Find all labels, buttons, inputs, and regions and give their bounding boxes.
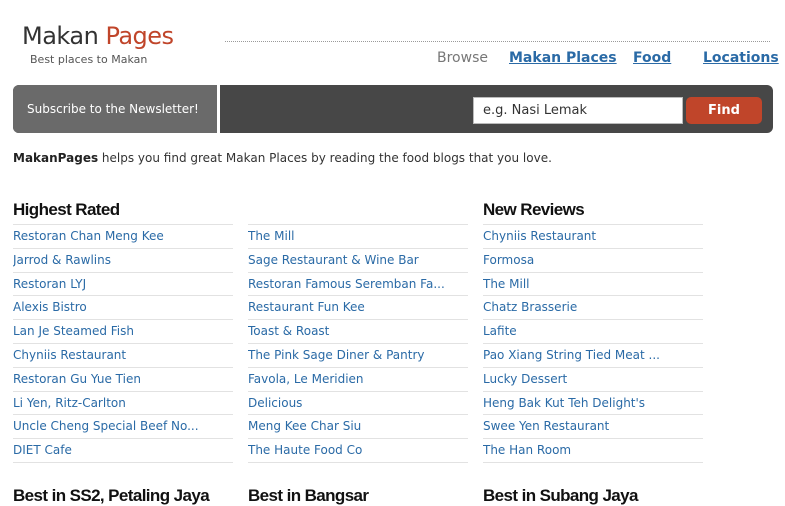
newsletter-subscribe-link[interactable]: Subscribe to the Newsletter! — [13, 85, 220, 133]
new-review-item: Heng Bak Kut Teh Delight's — [483, 392, 703, 416]
intro-text: MakanPages helps you find great Makan Pl… — [13, 151, 552, 165]
highest-rated-link[interactable]: The Mill — [248, 229, 295, 243]
highest-rated-link[interactable]: Restoran Gu Yue Tien — [13, 372, 141, 386]
highest-rated-link[interactable]: Restaurant Fun Kee — [248, 300, 365, 314]
new-review-item: Formosa — [483, 249, 703, 273]
new-review-link[interactable]: Formosa — [483, 253, 534, 267]
section-title-best-subang: Best in Subang Jaya — [483, 486, 638, 505]
highest-rated-link[interactable]: Sage Restaurant & Wine Bar — [248, 253, 419, 267]
nav-makan-places-link[interactable]: Makan Places — [509, 50, 617, 66]
highest-rated-item: The Mill — [248, 225, 468, 249]
section-title-new-reviews: New Reviews — [483, 200, 585, 219]
search-bar: Subscribe to the Newsletter! Find — [13, 85, 773, 133]
highest-rated-item: Delicious — [248, 392, 468, 416]
new-review-link[interactable]: The Mill — [483, 277, 530, 291]
new-review-item: Lucky Dessert — [483, 368, 703, 392]
highest-rated-item: Restaurant Fun Kee — [248, 296, 468, 321]
highest-rated-link[interactable]: Delicious — [248, 396, 302, 410]
new-review-link[interactable]: Lucky Dessert — [483, 372, 567, 386]
new-review-link[interactable]: Heng Bak Kut Teh Delight's — [483, 396, 645, 410]
highest-rated-item: DIET Cafe — [13, 439, 233, 463]
highest-rated-link[interactable]: DIET Cafe — [13, 443, 72, 457]
highest-rated-item: The Pink Sage Diner & Pantry — [248, 344, 468, 368]
highest-rated-link[interactable]: The Haute Food Co — [248, 443, 362, 457]
logo-word-makan: Makan — [22, 22, 99, 50]
highest-rated-link[interactable]: Uncle Cheng Special Beef No... — [13, 419, 199, 433]
highest-rated-link[interactable]: Jarrod & Rawlins — [13, 253, 111, 267]
site-tagline: Best places to Makan — [30, 53, 148, 66]
highest-rated-item: Toast & Roast — [248, 320, 468, 344]
highest-rated-link[interactable]: Alexis Bistro — [13, 300, 87, 314]
highest-rated-link[interactable]: Restoran LYJ — [13, 277, 86, 291]
highest-rated-item: Meng Kee Char Siu — [248, 415, 468, 440]
new-review-item: Lafite — [483, 320, 703, 344]
new-reviews-list: Chyniis Restaurant Formosa The Mill Chatz B… — [483, 224, 703, 463]
nav-locations-link[interactable]: Locations — [703, 50, 779, 66]
highest-rated-item: Restoran LYJ — [13, 273, 233, 297]
highest-rated-col2: The Mill Sage Restaurant & Wine Bar Restor… — [248, 200, 468, 463]
highest-rated-item: Lan Je Steamed Fish — [13, 320, 233, 344]
highest-rated-item: Favola, Le Meridien — [248, 368, 468, 392]
highest-rated-link[interactable]: Toast & Roast — [248, 324, 329, 338]
section-title-best-bangsar: Best in Bangsar — [248, 486, 369, 505]
highest-rated-item: Uncle Cheng Special Beef No... — [13, 415, 233, 440]
new-review-item: Chyniis Restaurant — [483, 225, 703, 249]
intro-description: helps you find great Makan Places by rea… — [98, 151, 552, 165]
highest-rated-item: Alexis Bistro — [13, 296, 233, 321]
highest-rated-col1: Highest Rated Restoran Chan Meng Kee Jarr… — [13, 200, 233, 463]
logo-word-pages: Pages — [105, 22, 174, 50]
highest-rated-item: The Haute Food Co — [248, 439, 468, 463]
new-review-link[interactable]: Lafite — [483, 324, 517, 338]
highest-rated-item: Restoran Gu Yue Tien — [13, 368, 233, 392]
highest-rated-link[interactable]: Chyniis Restaurant — [13, 348, 126, 362]
new-review-item: The Mill — [483, 273, 703, 297]
new-reviews-col: New Reviews Chyniis Restaurant Formosa The… — [483, 200, 703, 463]
new-review-link[interactable]: The Han Room — [483, 443, 571, 457]
highest-rated-link[interactable]: Restoran Famous Seremban Fa... — [248, 277, 445, 291]
nav-browse-label: Browse — [437, 50, 488, 66]
highest-rated-link[interactable]: The Pink Sage Diner & Pantry — [248, 348, 424, 362]
highest-rated-link[interactable]: Favola, Le Meridien — [248, 372, 364, 386]
highest-rated-item: Chyniis Restaurant — [13, 344, 233, 368]
highest-rated-item: Restoran Famous Seremban Fa... — [248, 273, 468, 297]
new-review-link[interactable]: Chatz Brasserie — [483, 300, 577, 314]
section-title-best-ss2: Best in SS2, Petaling Jaya — [13, 486, 210, 505]
find-button[interactable]: Find — [686, 97, 762, 124]
section-title-highest-rated: Highest Rated — [13, 200, 120, 219]
new-review-item: The Han Room — [483, 439, 703, 463]
nav-food-link[interactable]: Food — [633, 50, 671, 66]
highest-rated-link[interactable]: Restoran Chan Meng Kee — [13, 229, 164, 243]
highest-rated-item: Li Yen, Ritz-Carlton — [13, 392, 233, 416]
new-review-link[interactable]: Chyniis Restaurant — [483, 229, 596, 243]
highest-rated-list-1: Restoran Chan Meng Kee Jarrod & Rawlins Re… — [13, 224, 233, 463]
highest-rated-link[interactable]: Meng Kee Char Siu — [248, 419, 361, 433]
new-review-item: Swee Yen Restaurant — [483, 415, 703, 440]
highest-rated-item: Restoran Chan Meng Kee — [13, 225, 233, 249]
search-input[interactable] — [473, 97, 683, 124]
new-review-item: Pao Xiang String Tied Meat ... — [483, 344, 703, 368]
new-review-link[interactable]: Pao Xiang String Tied Meat ... — [483, 348, 660, 362]
highest-rated-item: Sage Restaurant & Wine Bar — [248, 249, 468, 273]
highest-rated-link[interactable]: Li Yen, Ritz-Carlton — [13, 396, 126, 410]
new-review-item: Chatz Brasserie — [483, 296, 703, 321]
new-review-link[interactable]: Swee Yen Restaurant — [483, 419, 609, 433]
site-logo[interactable]: Makan Pages — [22, 22, 174, 50]
highest-rated-list-2: The Mill Sage Restaurant & Wine Bar Restor… — [248, 224, 468, 463]
intro-brand: MakanPages — [13, 151, 99, 165]
header-divider — [225, 41, 770, 42]
highest-rated-item: Jarrod & Rawlins — [13, 249, 233, 273]
highest-rated-link[interactable]: Lan Je Steamed Fish — [13, 324, 134, 338]
